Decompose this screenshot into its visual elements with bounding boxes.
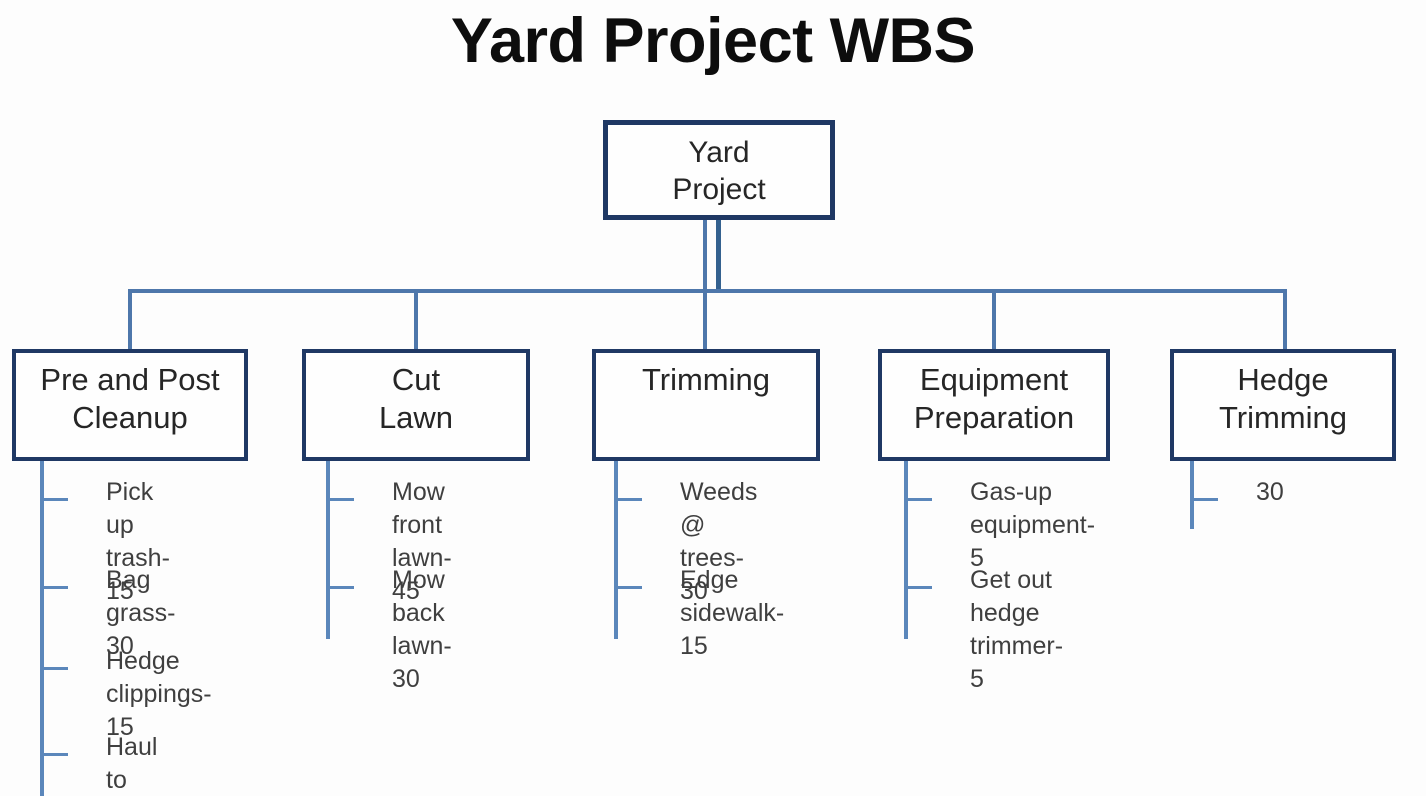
wbs-node-root[interactable]: Yard Project bbox=[603, 120, 835, 220]
connector-leaf-stub bbox=[618, 586, 642, 589]
wbs-leaf-group-1: Pick up trash-15 Bag grass-30 Hedge clip… bbox=[40, 461, 290, 796]
connector-leaf-spine-3 bbox=[614, 461, 618, 639]
wbs-node-line2: Trimming bbox=[1218, 399, 1347, 435]
connector-root-stem bbox=[716, 220, 721, 292]
wbs-task-label: Hedge clippings-15 bbox=[106, 647, 212, 741]
wbs-node-line2: Cleanup bbox=[72, 399, 188, 435]
connector-drop-1 bbox=[128, 289, 132, 351]
connector-leaf-spine-1 bbox=[40, 461, 44, 796]
wbs-leaf-group-5: 30 bbox=[1190, 461, 1390, 529]
page-title: Yard Project WBS bbox=[450, 6, 976, 76]
connector-leaf-spine-4 bbox=[904, 461, 908, 639]
wbs-node-line1: Cut bbox=[391, 362, 441, 397]
wbs-task-label: Gas-up equipment-5 bbox=[970, 478, 1096, 572]
wbs-leaf-group-3: Weeds @ trees-30 Edge sidewalk-15 bbox=[614, 461, 864, 660]
connector-bus-horizontal bbox=[130, 289, 1287, 293]
connector-leaf-stub bbox=[330, 498, 354, 501]
connector-leaf-spine-5 bbox=[1190, 461, 1194, 529]
wbs-node-equipment-preparation[interactable]: Equipment Preparation bbox=[878, 349, 1110, 461]
connector-leaf-stub bbox=[618, 498, 642, 501]
wbs-node-line1: Trimming bbox=[641, 362, 770, 397]
wbs-node-root-line2: Project bbox=[672, 172, 766, 206]
connector-leaf-stub bbox=[330, 586, 354, 589]
wbs-node-pre-and-post-cleanup[interactable]: Pre and Post Cleanup bbox=[12, 349, 248, 461]
wbs-node-line1: Equipment bbox=[919, 362, 1069, 397]
connector-leaf-spine-2 bbox=[326, 461, 330, 639]
wbs-node-line2: Lawn bbox=[378, 399, 454, 435]
wbs-node-line2: Preparation bbox=[913, 399, 1075, 435]
connector-leaf-stub bbox=[44, 586, 68, 589]
connector-leaf-stub bbox=[44, 753, 68, 756]
wbs-node-cut-lawn[interactable]: Cut Lawn bbox=[302, 349, 530, 461]
wbs-diagram-canvas: Yard Project WBS Yard Project Pre and Po… bbox=[0, 0, 1426, 796]
wbs-leaf-group-2: Mow front lawn-45 Mow back lawn-30 bbox=[326, 461, 576, 693]
wbs-task-label: Haul to dump-45 bbox=[106, 733, 158, 794]
wbs-task-label: Mow back lawn-30 bbox=[392, 566, 452, 693]
connector-drop-5 bbox=[1283, 289, 1287, 351]
wbs-node-line1: Pre and Post bbox=[40, 362, 220, 397]
connector-drop-4 bbox=[992, 289, 996, 351]
wbs-node-root-line1: Yard bbox=[688, 136, 750, 169]
wbs-leaf-group-4: Gas-up equipment-5 Get out hedge trimmer… bbox=[904, 461, 1154, 693]
connector-leaf-stub bbox=[44, 498, 68, 501]
connector-drop-3 bbox=[703, 220, 707, 351]
connector-leaf-stub bbox=[908, 498, 932, 501]
connector-leaf-stub bbox=[908, 586, 932, 589]
wbs-task-label: Get out hedge trimmer-5 bbox=[970, 566, 1064, 693]
wbs-node-line1: Hedge bbox=[1237, 362, 1329, 397]
wbs-task-label: Edge sidewalk-15 bbox=[680, 566, 785, 660]
wbs-node-trimming[interactable]: Trimming bbox=[592, 349, 820, 461]
connector-leaf-stub bbox=[1194, 498, 1218, 501]
wbs-node-hedge-trimming[interactable]: Hedge Trimming bbox=[1170, 349, 1396, 461]
connector-leaf-stub bbox=[44, 667, 68, 670]
wbs-task-label: 30 bbox=[1256, 478, 1284, 506]
connector-drop-2 bbox=[414, 289, 418, 351]
